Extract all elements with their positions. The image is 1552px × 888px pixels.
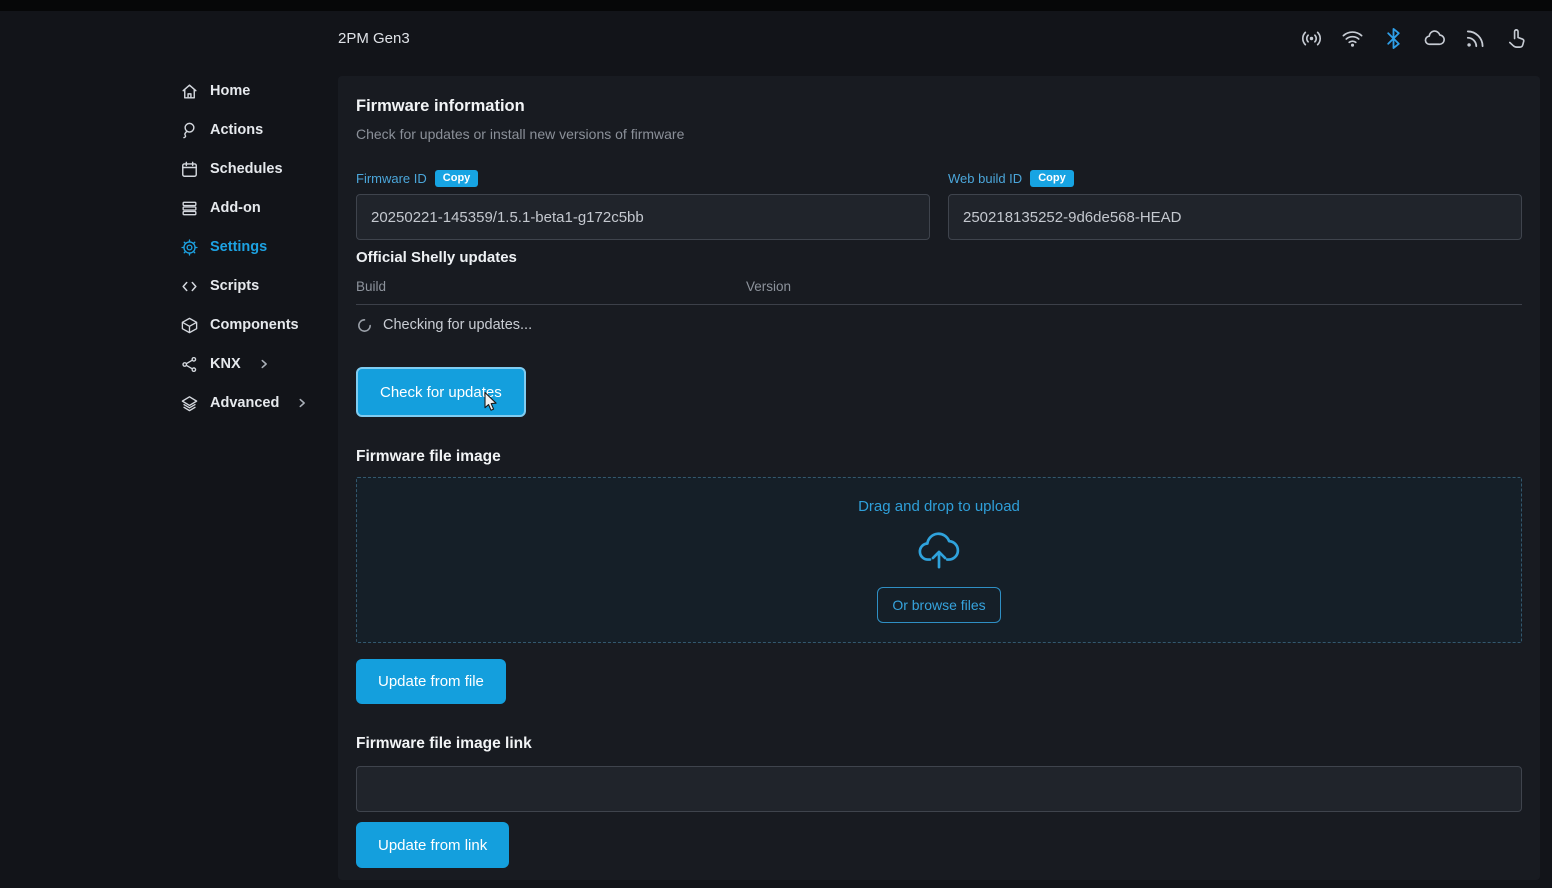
updates-table-header: Build Version — [356, 278, 1522, 296]
checking-updates-status: Checking for updates... — [383, 317, 532, 333]
cloud-icon[interactable] — [1423, 27, 1446, 50]
firmware-id-column: Firmware ID Copy — [356, 168, 930, 240]
sidebar-item-home[interactable]: Home — [180, 78, 320, 104]
column-header-build: Build — [356, 278, 746, 296]
update-from-link-button[interactable]: Update from link — [356, 822, 509, 868]
firmware-file-link-title: Firmware file image link — [356, 734, 1522, 754]
update-from-file-button[interactable]: Update from file — [356, 659, 506, 704]
sidebar-item-label: Add-on — [210, 200, 261, 216]
cube-icon — [180, 316, 199, 335]
sidebar-item-scripts[interactable]: Scripts — [180, 273, 320, 299]
firmware-id-field[interactable] — [356, 194, 930, 240]
browse-files-button[interactable]: Or browse files — [877, 587, 1000, 623]
check-for-updates-button[interactable]: Check for updates — [356, 367, 526, 417]
drop-instruction-text: Drag and drop to upload — [858, 498, 1020, 515]
wifi-icon[interactable] — [1341, 27, 1364, 50]
copy-web-build-id-button[interactable]: Copy — [1030, 170, 1074, 187]
bluetooth-icon[interactable] — [1382, 27, 1405, 50]
sidebar-item-advanced[interactable]: Advanced — [180, 390, 320, 416]
sidebar-item-components[interactable]: Components — [180, 312, 320, 338]
sidebar-item-label: Actions — [210, 122, 263, 138]
spinner-icon — [356, 317, 373, 334]
official-updates-title: Official Shelly updates — [356, 248, 1522, 268]
firmware-section-subtitle: Check for updates or install new version… — [356, 124, 1522, 144]
top-black-strip — [0, 0, 1552, 11]
chevron-right-icon — [258, 358, 270, 370]
update-check-status-row: Checking for updates... — [356, 305, 1522, 345]
sidebar-item-settings[interactable]: Settings — [180, 234, 320, 260]
web-build-id-column: Web build ID Copy — [948, 168, 1522, 240]
network-icon — [180, 355, 199, 374]
sidebar-item-label: KNX — [210, 356, 241, 372]
cloud-upload-icon — [915, 529, 963, 571]
web-build-id-field[interactable] — [948, 194, 1522, 240]
sidebar-item-label: Settings — [210, 239, 267, 255]
touch-icon[interactable] — [1505, 27, 1528, 50]
device-title: 2PM Gen3 — [338, 30, 410, 47]
sidebar-item-schedules[interactable]: Schedules — [180, 156, 320, 182]
layers-icon — [180, 394, 199, 413]
code-icon — [180, 277, 199, 296]
sidebar-item-actions[interactable]: Actions — [180, 117, 320, 143]
sidebar-item-label: Components — [210, 317, 299, 333]
sidebar: Home Actions Schedules Add-on — [180, 78, 320, 416]
broadcast-icon[interactable] — [1300, 27, 1323, 50]
copy-firmware-id-button[interactable]: Copy — [435, 170, 479, 187]
chevron-right-icon — [296, 397, 308, 409]
gear-icon — [180, 238, 199, 257]
column-header-version: Version — [746, 278, 791, 296]
firmware-link-input[interactable] — [356, 766, 1522, 812]
sidebar-item-label: Schedules — [210, 161, 283, 177]
firmware-settings-panel: Firmware information Check for updates o… — [338, 76, 1540, 880]
firmware-file-image-title: Firmware file image — [356, 447, 1522, 467]
calendar-icon — [180, 160, 199, 179]
status-icon-bar — [1300, 27, 1528, 50]
sidebar-item-label: Home — [210, 83, 250, 99]
firmware-id-label: Firmware ID — [356, 171, 427, 186]
stack-icon — [180, 199, 199, 218]
section-title-firmware-information: Firmware information — [356, 96, 1522, 116]
home-icon — [180, 82, 199, 101]
firmware-id-row: Firmware ID Copy Web build ID Copy — [356, 168, 1522, 240]
firmware-file-dropzone[interactable]: Drag and drop to upload Or browse files — [356, 477, 1522, 643]
sidebar-item-addon[interactable]: Add-on — [180, 195, 320, 221]
lasso-icon — [180, 121, 199, 140]
rss-icon[interactable] — [1464, 27, 1487, 50]
web-build-id-label: Web build ID — [948, 171, 1022, 186]
sidebar-item-label: Scripts — [210, 278, 259, 294]
sidebar-item-knx[interactable]: KNX — [180, 351, 320, 377]
sidebar-item-label: Advanced — [210, 395, 279, 411]
